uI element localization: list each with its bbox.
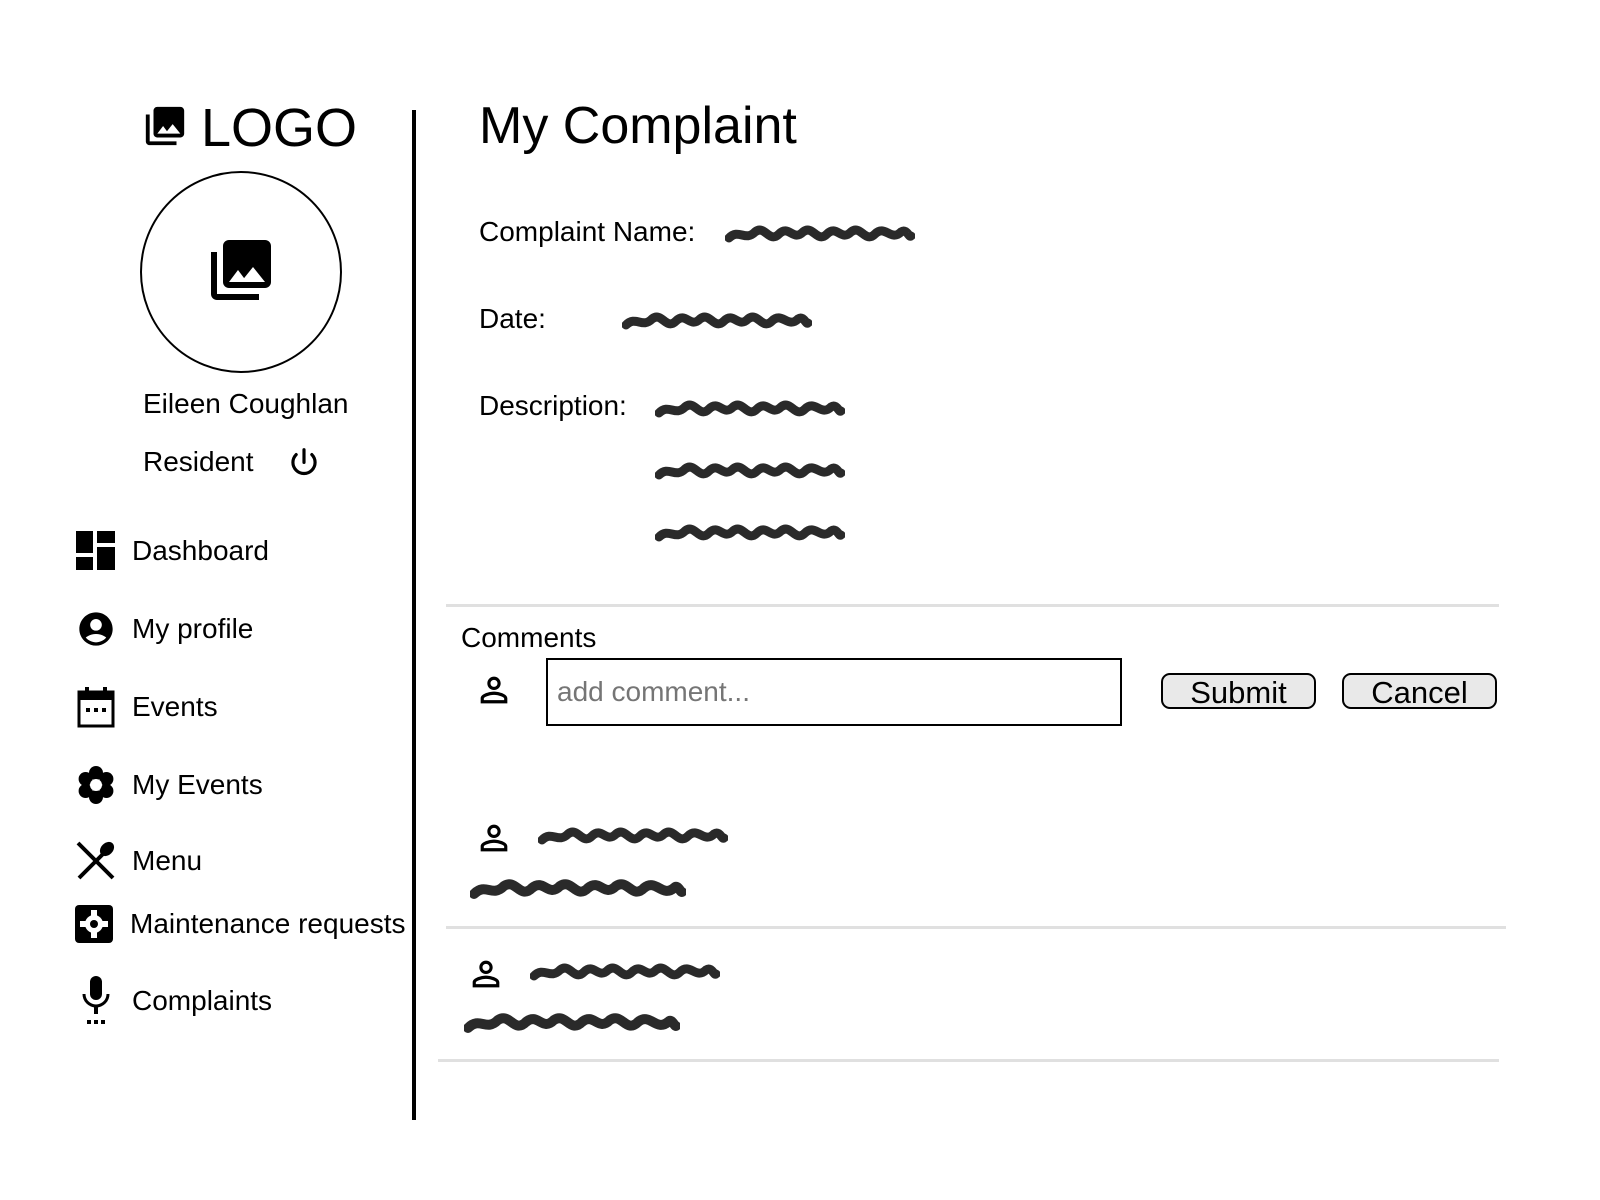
sidebar-item-my-events[interactable]: My Events [75, 764, 263, 806]
account-circle-icon [75, 608, 117, 650]
redacted-text [725, 225, 915, 243]
page-title: My Complaint [479, 97, 797, 155]
sidebar-item-maintenance-requests[interactable]: Maintenance requests [73, 903, 406, 945]
sidebar-item-menu[interactable]: Menu [75, 840, 202, 882]
comments-heading: Comments [461, 622, 597, 653]
calendar-icon [75, 686, 117, 728]
comment-input[interactable] [546, 658, 1122, 726]
redacted-text [530, 963, 720, 981]
logo-text: LOGO [201, 98, 358, 158]
date-label: Date: [479, 303, 546, 334]
settings-box-icon [73, 903, 115, 945]
user-role: Resident [143, 446, 254, 477]
sidebar-item-label: Maintenance requests [130, 908, 406, 939]
redacted-text [470, 879, 686, 899]
logo: LOGO [139, 101, 357, 155]
person-outline-icon [466, 954, 506, 999]
redacted-text [655, 400, 845, 418]
sidebar-item-events[interactable]: Events [75, 686, 218, 728]
user-name: Eileen Coughlan [143, 388, 349, 419]
submit-button[interactable]: Submit [1161, 673, 1316, 710]
person-outline-icon [474, 818, 514, 863]
sidebar-item-label: Menu [132, 845, 203, 876]
microphone-icon [75, 976, 117, 1024]
sidebar-item-my-profile[interactable]: My profile [75, 608, 253, 650]
redacted-text [622, 312, 812, 330]
utensils-icon [75, 840, 117, 882]
photo-library-icon [139, 103, 191, 154]
comment-divider [438, 1059, 1499, 1062]
sidebar-divider [412, 110, 416, 1120]
dashboard-icon [75, 530, 117, 572]
power-icon[interactable] [285, 445, 323, 488]
section-divider [446, 604, 1499, 607]
photo-library-icon [201, 234, 281, 311]
sidebar-item-label: Events [132, 691, 218, 722]
avatar[interactable] [140, 171, 342, 373]
person-outline-icon [474, 670, 514, 715]
description-label: Description: [479, 390, 627, 421]
comment-item [440, 942, 1500, 1052]
redacted-text [655, 462, 845, 480]
comment-item [446, 810, 1506, 920]
sidebar-item-dashboard[interactable]: Dashboard [75, 530, 269, 572]
flower-icon [75, 764, 117, 806]
sidebar-item-label: My Events [132, 769, 263, 800]
comment-divider [446, 926, 1506, 929]
redacted-text [655, 524, 845, 542]
sidebar-item-label: Complaints [132, 985, 273, 1016]
complaint-name-label: Complaint Name: [479, 216, 696, 247]
redacted-text [538, 827, 728, 845]
cancel-button[interactable]: Cancel [1342, 673, 1497, 710]
sidebar-item-label: Dashboard [132, 535, 269, 566]
redacted-text [464, 1013, 680, 1033]
sidebar-item-complaints[interactable]: Complaints [75, 976, 273, 1024]
sidebar-item-label: My profile [132, 613, 254, 644]
